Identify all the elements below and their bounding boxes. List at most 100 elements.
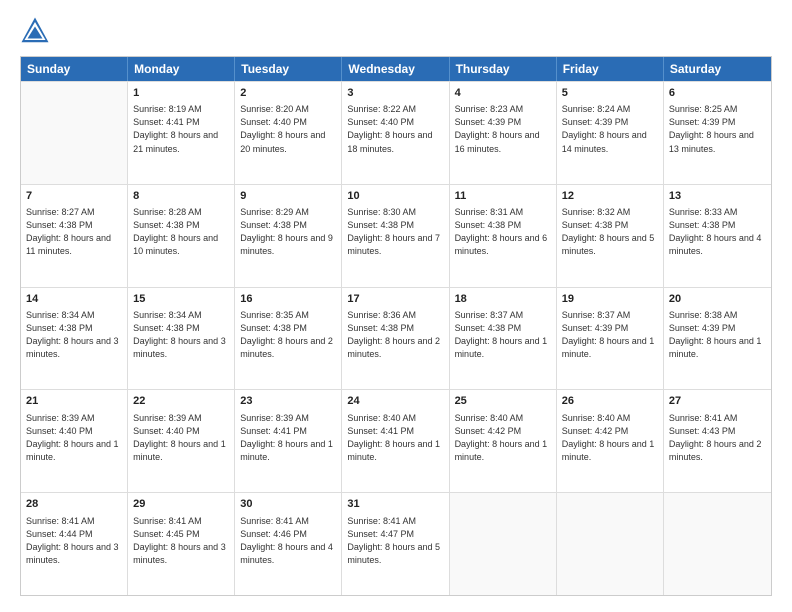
calendar-cell: 20 Sunrise: 8:38 AMSunset: 4:39 PMDayligh…: [664, 288, 771, 390]
day-number: 3: [347, 86, 443, 101]
sun-info: Sunrise: 8:28 AMSunset: 4:38 PMDaylight:…: [133, 206, 229, 258]
sun-info: Sunrise: 8:31 AMSunset: 4:38 PMDaylight:…: [455, 206, 551, 258]
calendar-row-4: 28 Sunrise: 8:41 AMSunset: 4:44 PMDayligh…: [21, 492, 771, 595]
calendar-cell: 7 Sunrise: 8:27 AMSunset: 4:38 PMDaylight…: [21, 185, 128, 287]
calendar-cell: 2Sunrise: 8:20 AMSunset: 4:40 PMDaylight…: [235, 82, 342, 184]
day-number: 19: [562, 292, 658, 307]
sun-info: Sunrise: 8:27 AMSunset: 4:38 PMDaylight:…: [26, 206, 122, 258]
day-number: 30: [240, 497, 336, 512]
calendar-cell: 28 Sunrise: 8:41 AMSunset: 4:44 PMDayligh…: [21, 493, 128, 595]
calendar-cell: 29 Sunrise: 8:41 AMSunset: 4:45 PMDayligh…: [128, 493, 235, 595]
calendar-cell: 25 Sunrise: 8:40 AMSunset: 4:42 PMDayligh…: [450, 390, 557, 492]
sun-info: Sunrise: 8:19 AMSunset: 4:41 PMDaylight:…: [133, 103, 229, 155]
sun-info: Sunrise: 8:37 AMSunset: 4:39 PMDaylight:…: [562, 309, 658, 361]
day-number: 29: [133, 497, 229, 512]
calendar-cell: 22Sunrise: 8:39 AMSunset: 4:40 PMDayligh…: [128, 390, 235, 492]
calendar-cell: 4Sunrise: 8:23 AMSunset: 4:39 PMDaylight…: [450, 82, 557, 184]
calendar-cell: 10 Sunrise: 8:30 AMSunset: 4:38 PMDayligh…: [342, 185, 449, 287]
calendar-cell: 6Sunrise: 8:25 AMSunset: 4:39 PMDaylight…: [664, 82, 771, 184]
sun-info: Sunrise: 8:38 AMSunset: 4:39 PMDaylight:…: [669, 309, 766, 361]
calendar-cell: 11 Sunrise: 8:31 AMSunset: 4:38 PMDayligh…: [450, 185, 557, 287]
calendar-cell: 21 Sunrise: 8:39 AMSunset: 4:40 PMDayligh…: [21, 390, 128, 492]
page: SundayMondayTuesdayWednesdayThursdayFrid…: [0, 0, 792, 612]
day-number: 23: [240, 394, 336, 409]
calendar-cell: 23Sunrise: 8:39 AMSunset: 4:41 PMDayligh…: [235, 390, 342, 492]
day-number: 15: [133, 292, 229, 307]
day-number: 12: [562, 189, 658, 204]
day-number: 14: [26, 292, 122, 307]
day-number: 8: [133, 189, 229, 204]
calendar-cell: 8 Sunrise: 8:28 AMSunset: 4:38 PMDaylight…: [128, 185, 235, 287]
header-day-sunday: Sunday: [21, 57, 128, 81]
calendar-cell: 27 Sunrise: 8:41 AMSunset: 4:43 PMDayligh…: [664, 390, 771, 492]
day-number: 6: [669, 86, 766, 101]
day-number: 27: [669, 394, 766, 409]
calendar-row-0: 1 Sunrise: 8:19 AMSunset: 4:41 PMDaylight…: [21, 81, 771, 184]
calendar-cell: 18 Sunrise: 8:37 AMSunset: 4:38 PMDayligh…: [450, 288, 557, 390]
calendar-cell: 9Sunrise: 8:29 AMSunset: 4:38 PMDaylight…: [235, 185, 342, 287]
day-number: 24: [347, 394, 443, 409]
header-day-wednesday: Wednesday: [342, 57, 449, 81]
calendar-cell: [557, 493, 664, 595]
sun-info: Sunrise: 8:37 AMSunset: 4:38 PMDaylight:…: [455, 309, 551, 361]
day-number: 20: [669, 292, 766, 307]
sun-info: Sunrise: 8:40 AMSunset: 4:42 PMDaylight:…: [562, 412, 658, 464]
day-number: 13: [669, 189, 766, 204]
day-number: 16: [240, 292, 336, 307]
header: [20, 16, 772, 46]
header-day-monday: Monday: [128, 57, 235, 81]
calendar-cell: 30 Sunrise: 8:41 AMSunset: 4:46 PMDayligh…: [235, 493, 342, 595]
calendar-cell: 3Sunrise: 8:22 AMSunset: 4:40 PMDaylight…: [342, 82, 449, 184]
logo-icon: [20, 16, 50, 46]
day-number: 2: [240, 86, 336, 101]
sun-info: Sunrise: 8:35 AMSunset: 4:38 PMDaylight:…: [240, 309, 336, 361]
sun-info: Sunrise: 8:30 AMSunset: 4:38 PMDaylight:…: [347, 206, 443, 258]
calendar-row-1: 7 Sunrise: 8:27 AMSunset: 4:38 PMDaylight…: [21, 184, 771, 287]
header-day-saturday: Saturday: [664, 57, 771, 81]
day-number: 10: [347, 189, 443, 204]
day-number: 28: [26, 497, 122, 512]
calendar-cell: 31 Sunrise: 8:41 AMSunset: 4:47 PMDayligh…: [342, 493, 449, 595]
sun-info: Sunrise: 8:34 AMSunset: 4:38 PMDaylight:…: [133, 309, 229, 361]
sun-info: Sunrise: 8:41 AMSunset: 4:44 PMDaylight:…: [26, 515, 122, 567]
header-day-tuesday: Tuesday: [235, 57, 342, 81]
header-day-friday: Friday: [557, 57, 664, 81]
calendar-cell: 5 Sunrise: 8:24 AMSunset: 4:39 PMDaylight…: [557, 82, 664, 184]
day-number: 11: [455, 189, 551, 204]
calendar-cell: 16 Sunrise: 8:35 AMSunset: 4:38 PMDayligh…: [235, 288, 342, 390]
sun-info: Sunrise: 8:41 AMSunset: 4:45 PMDaylight:…: [133, 515, 229, 567]
day-number: 17: [347, 292, 443, 307]
logo: [20, 16, 54, 46]
day-number: 7: [26, 189, 122, 204]
calendar-cell: 1 Sunrise: 8:19 AMSunset: 4:41 PMDaylight…: [128, 82, 235, 184]
day-number: 25: [455, 394, 551, 409]
calendar-header: SundayMondayTuesdayWednesdayThursdayFrid…: [21, 57, 771, 81]
day-number: 18: [455, 292, 551, 307]
day-number: 31: [347, 497, 443, 512]
calendar-cell: 17Sunrise: 8:36 AMSunset: 4:38 PMDayligh…: [342, 288, 449, 390]
calendar-cell: [450, 493, 557, 595]
day-number: 4: [455, 86, 551, 101]
sun-info: Sunrise: 8:41 AMSunset: 4:46 PMDaylight:…: [240, 515, 336, 567]
calendar-row-2: 14 Sunrise: 8:34 AMSunset: 4:38 PMDayligh…: [21, 287, 771, 390]
sun-info: Sunrise: 8:41 AMSunset: 4:47 PMDaylight:…: [347, 515, 443, 567]
sun-info: Sunrise: 8:41 AMSunset: 4:43 PMDaylight:…: [669, 412, 766, 464]
calendar: SundayMondayTuesdayWednesdayThursdayFrid…: [20, 56, 772, 596]
calendar-cell: 13Sunrise: 8:33 AMSunset: 4:38 PMDayligh…: [664, 185, 771, 287]
calendar-cell: 12 Sunrise: 8:32 AMSunset: 4:38 PMDayligh…: [557, 185, 664, 287]
day-number: 26: [562, 394, 658, 409]
calendar-cell: 19 Sunrise: 8:37 AMSunset: 4:39 PMDayligh…: [557, 288, 664, 390]
calendar-cell: [664, 493, 771, 595]
day-number: 5: [562, 86, 658, 101]
day-number: 1: [133, 86, 229, 101]
day-number: 9: [240, 189, 336, 204]
calendar-cell: 14 Sunrise: 8:34 AMSunset: 4:38 PMDayligh…: [21, 288, 128, 390]
sun-info: Sunrise: 8:39 AMSunset: 4:40 PMDaylight:…: [26, 412, 122, 464]
day-number: 21: [26, 394, 122, 409]
sun-info: Sunrise: 8:24 AMSunset: 4:39 PMDaylight:…: [562, 103, 658, 155]
sun-info: Sunrise: 8:34 AMSunset: 4:38 PMDaylight:…: [26, 309, 122, 361]
sun-info: Sunrise: 8:32 AMSunset: 4:38 PMDaylight:…: [562, 206, 658, 258]
sun-info: Sunrise: 8:40 AMSunset: 4:42 PMDaylight:…: [455, 412, 551, 464]
day-number: 22: [133, 394, 229, 409]
header-day-thursday: Thursday: [450, 57, 557, 81]
